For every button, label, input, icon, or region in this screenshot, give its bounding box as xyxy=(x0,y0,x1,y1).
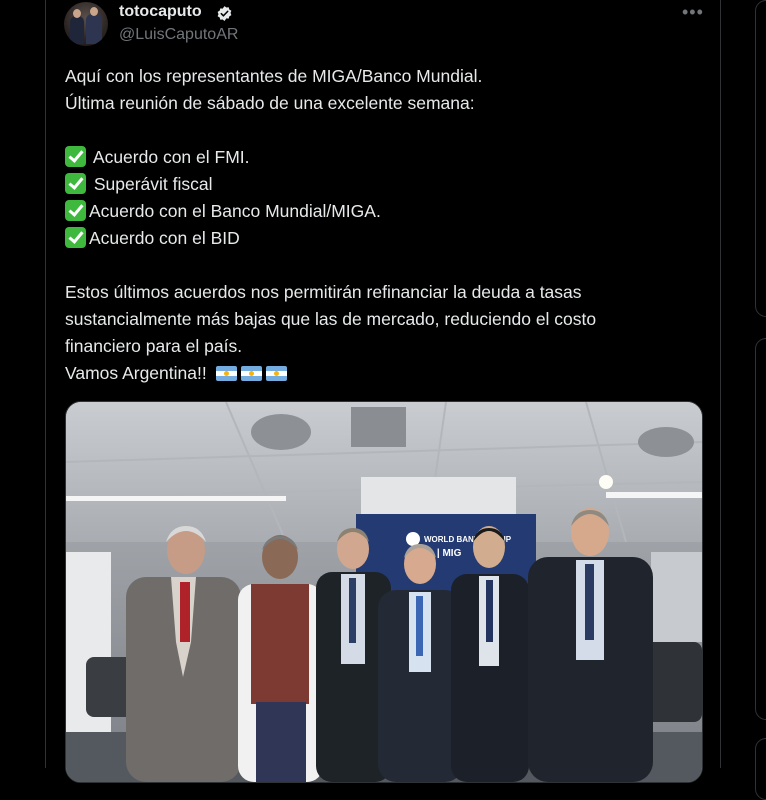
tweet-text: Aquí con los representantes de MIGA/Banc… xyxy=(65,63,705,387)
text-line: Aquí con los representantes de MIGA/Banc… xyxy=(65,66,483,86)
argentina-flag-icon xyxy=(265,366,287,381)
argentina-flag-icon xyxy=(240,366,262,381)
check-mark-icon xyxy=(65,146,86,167)
sidebar-panel xyxy=(755,738,766,800)
text-line: financiero para el país. xyxy=(65,336,243,356)
text-line: sustancialmente más bajas que las de mer… xyxy=(65,309,597,329)
verified-badge-icon xyxy=(217,6,232,21)
checklist-item: Acuerdo con el Banco Mundial/MIGA. xyxy=(65,198,705,225)
sidebar-panel xyxy=(755,0,766,317)
check-mark-icon xyxy=(65,200,86,221)
checklist-item: Superávit fiscal xyxy=(65,171,705,198)
check-mark-icon xyxy=(65,173,86,194)
check-mark-icon xyxy=(65,227,86,248)
meeting-photo-illustration: WORLD BANK GROUP ntees | MIG xyxy=(66,402,702,782)
text-line: Vamos Argentina!! xyxy=(65,360,705,387)
more-horizontal-icon[interactable]: ••• xyxy=(682,2,704,23)
tweet: totocaputo @LuisCaputoAR ••• Aquí con lo… xyxy=(45,0,721,783)
author-name[interactable]: totocaputo xyxy=(119,3,202,21)
author-handle[interactable]: @LuisCaputoAR xyxy=(119,26,238,44)
tweet-photo[interactable]: WORLD BANK GROUP ntees | MIG xyxy=(65,401,703,783)
argentina-flag-icon xyxy=(215,366,237,381)
text-line: Estos últimos acuerdos nos permitirán re… xyxy=(65,282,582,302)
text-line: Última reunión de sábado de una excelent… xyxy=(65,93,475,113)
checklist-item: Acuerdo con el FMI. xyxy=(65,144,705,171)
sidebar-panel xyxy=(755,338,766,720)
checklist-item: Acuerdo con el BID xyxy=(65,225,705,252)
avatar[interactable] xyxy=(64,2,108,46)
